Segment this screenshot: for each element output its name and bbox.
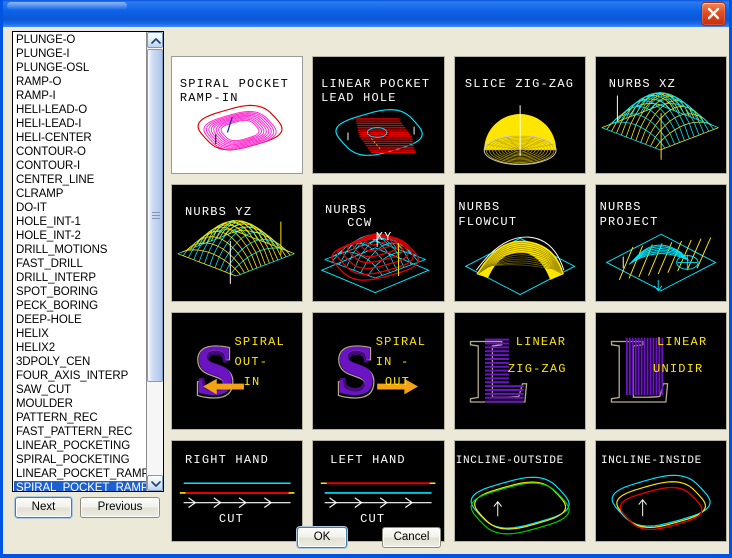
list-item[interactable]: CONTOUR-I — [14, 159, 146, 173]
thumbnail-linear-pocket-lead-hole[interactable]: LINEAR POCKET LEAD HOLE — [312, 56, 445, 174]
list-item[interactable]: PLUNGE-O — [14, 33, 146, 47]
thumbnail-nurbs-yz[interactable]: NURBS YZ — [171, 184, 304, 302]
scrollbar-grip-icon — [152, 211, 160, 220]
thumbnail-incline-outside[interactable]: INCLINE-OUTSIDE — [453, 440, 586, 542]
thumbnail-incline-inside[interactable]: INCLINE-INSIDE — [594, 440, 727, 542]
list-item[interactable]: PLUNGE-I — [14, 47, 146, 61]
list-item[interactable]: LINEAR_POCKETING — [14, 439, 146, 453]
list-item[interactable]: DEEP-HOLE — [14, 313, 146, 327]
previous-button[interactable]: Previous — [80, 497, 160, 518]
list-item[interactable]: PATTERN_REC — [14, 411, 146, 425]
list-item[interactable]: FOUR_AXIS_INTERP — [14, 369, 146, 383]
cancel-button[interactable]: Cancel — [382, 527, 441, 548]
title-bar — [3, 0, 729, 28]
list-item[interactable]: SPOT_BORING — [14, 285, 146, 299]
list-item[interactable]: DRILL_INTERP — [14, 271, 146, 285]
list-item[interactable]: SPIRAL_POCKET_RAMP — [14, 481, 146, 491]
preview-thumbnail-grid: SPIRAL POCKET RAMP-IN LINEAR POCKET LEAD H… — [171, 56, 727, 542]
list-item[interactable]: HELIX2 — [14, 341, 146, 355]
thumbnail-nurbs-project[interactable]: NURBS PROJECT — [594, 184, 727, 302]
list-item[interactable]: SAW_CUT — [14, 383, 146, 397]
thumbnail-slice-zig-zag[interactable]: SLICE ZIG-ZAG — [453, 56, 586, 174]
ok-button[interactable]: OK — [297, 527, 347, 548]
close-button[interactable] — [701, 2, 726, 26]
list-item[interactable]: PLUNGE-OSL — [14, 61, 146, 75]
thumbnail-nurbs-flowcut[interactable]: NURBS FLOWCUT — [453, 184, 586, 302]
list-item[interactable]: 3DPOLY_CEN — [14, 355, 146, 369]
thumbnail-spiral-in-out[interactable]: S S SSSSSSSSSS SPIRAL IN - OUT — [312, 312, 445, 430]
list-item[interactable]: FAST_PATTERN_REC — [14, 425, 146, 439]
thumbnail-spiral-out-in[interactable]: S S SSSSSSSSSS SPIRAL OUT- IN — [171, 312, 304, 430]
next-button[interactable]: Next — [15, 497, 72, 518]
list-item[interactable]: PECK_BORING — [14, 299, 146, 313]
list-item[interactable]: LINEAR_POCKET_RAMP — [14, 467, 146, 481]
svg-text:S: S — [339, 338, 372, 405]
thumbnail-nurbs-xz[interactable]: NURBS XZ — [594, 56, 727, 174]
thumbnail-right-hand-cut[interactable]: RIGHT HAND CUT — [171, 440, 304, 542]
thumbnail-linear-unidir[interactable]: L LINEARUNIDIR — [594, 312, 727, 430]
list-item[interactable]: HELI-CENTER — [14, 131, 146, 145]
list-item[interactable]: DRILL_MOTIONS — [14, 243, 146, 257]
list-item[interactable]: CONTOUR-O — [14, 145, 146, 159]
list-item[interactable]: HELI-LEAD-O — [14, 103, 146, 117]
list-item[interactable]: HELI-LEAD-I — [14, 117, 146, 131]
scroll-down-button[interactable] — [147, 475, 163, 491]
scrollbar-thumb[interactable] — [147, 49, 163, 382]
thumbnail-spiral-pocket-ramp-in[interactable]: SPIRAL POCKET RAMP-IN — [171, 56, 304, 174]
svg-text:S: S — [198, 338, 231, 405]
list-item[interactable]: HOLE_INT-1 — [14, 215, 146, 229]
list-item[interactable]: RAMP-O — [14, 75, 146, 89]
list-item[interactable]: SPIRAL_POCKETING — [14, 453, 146, 467]
operation-listbox[interactable]: PLUNGE-O PLUNGE-I PLUNGE-OSL RAMP-O RAMP-I HE… — [12, 31, 164, 492]
dialog-client-area: PLUNGE-O PLUNGE-I PLUNGE-OSL RAMP-O RAMP-I HE… — [3, 27, 729, 554]
list-item[interactable]: CENTER_LINE — [14, 173, 146, 187]
list-item[interactable]: MOULDER — [14, 397, 146, 411]
thumbnail-nurbs-ccw-xy[interactable]: NURBS CCW XY — [312, 184, 445, 302]
list-item[interactable]: DO-IT — [14, 201, 146, 215]
titlebar-gloss — [7, 2, 127, 10]
listbox-items[interactable]: PLUNGE-O PLUNGE-I PLUNGE-OSL RAMP-O RAMP-I HE… — [13, 32, 146, 491]
list-item[interactable]: HOLE_INT-2 — [14, 229, 146, 243]
thumbnail-linear-zig-zag[interactable]: L LINEARZIG-ZAG — [453, 312, 586, 430]
listbox-scrollbar[interactable] — [146, 32, 163, 491]
list-item[interactable]: HELIX — [14, 327, 146, 341]
scroll-up-button[interactable] — [147, 32, 163, 48]
dialog-window: PLUNGE-O PLUNGE-I PLUNGE-OSL RAMP-O RAMP-I HE… — [0, 0, 732, 558]
list-item[interactable]: RAMP-I — [14, 89, 146, 103]
list-item[interactable]: CLRAMP — [14, 187, 146, 201]
list-item[interactable]: FAST_DRILL — [14, 257, 146, 271]
